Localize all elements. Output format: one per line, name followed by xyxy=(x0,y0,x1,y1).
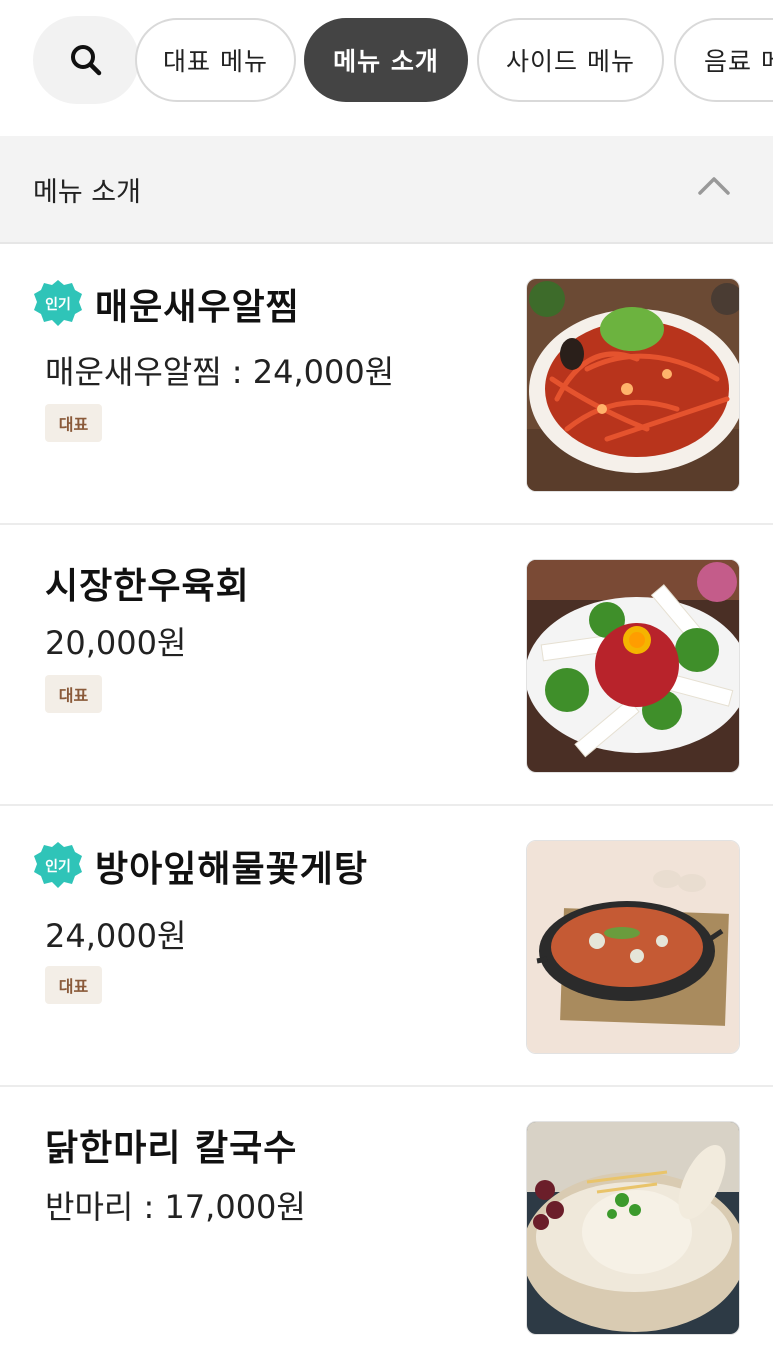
section-title: 메뉴 소개 xyxy=(33,177,141,208)
tab-drink-menu[interactable]: 음료 메뉴 xyxy=(674,18,773,102)
signature-tag: 대표 xyxy=(45,966,102,1004)
tab-menu-intro[interactable]: 메뉴 소개 xyxy=(304,18,468,102)
beef-tartare-image[interactable] xyxy=(526,559,740,773)
item-name: 매운새우알찜 xyxy=(95,287,300,328)
item-price: 20,000원 xyxy=(45,624,187,662)
signature-tag: 대표 xyxy=(45,404,102,442)
item-name: 방아잎해물꽃게탕 xyxy=(95,849,368,890)
seafood-stew-image[interactable] xyxy=(526,840,740,1054)
item-price: 매운새우알찜 : 24,000원 xyxy=(45,353,395,391)
category-tab-bar: 대표 메뉴 메뉴 소개 사이드 메뉴 음료 메뉴 xyxy=(0,0,773,136)
chevron-up-icon[interactable] xyxy=(697,174,731,196)
item-name: 닭한마리 칼국수 xyxy=(45,1128,298,1169)
menu-item[interactable]: 시장한우육회 20,000원 대표 xyxy=(0,525,773,806)
tab-signature-menu[interactable]: 대표 메뉴 xyxy=(135,18,296,102)
svg-text:인기: 인기 xyxy=(45,858,71,875)
popular-badge-icon: 인기 xyxy=(34,280,82,326)
signature-tag: 대표 xyxy=(45,675,102,713)
chicken-soup-image[interactable] xyxy=(526,1121,740,1335)
menu-item[interactable]: 닭한마리 칼국수 반마리 : 17,000원 xyxy=(0,1087,773,1360)
item-name: 시장한우육회 xyxy=(45,566,250,607)
menu-item[interactable]: 인기 매운새우알찜 매운새우알찜 : 24,000원 대표 xyxy=(0,244,773,525)
search-icon xyxy=(71,45,102,76)
svg-text:인기: 인기 xyxy=(45,296,71,313)
search-button[interactable] xyxy=(33,16,139,104)
menu-item[interactable]: 인기 방아잎해물꽃게탕 24,000원 대표 xyxy=(0,806,773,1087)
item-price: 반마리 : 17,000원 xyxy=(45,1188,306,1226)
menu-section-header[interactable]: 메뉴 소개 xyxy=(0,136,773,244)
item-price: 24,000원 xyxy=(45,917,187,955)
spicy-shrimp-image[interactable] xyxy=(526,278,740,492)
tab-side-menu[interactable]: 사이드 메뉴 xyxy=(477,18,664,102)
popular-badge-icon: 인기 xyxy=(34,842,82,888)
